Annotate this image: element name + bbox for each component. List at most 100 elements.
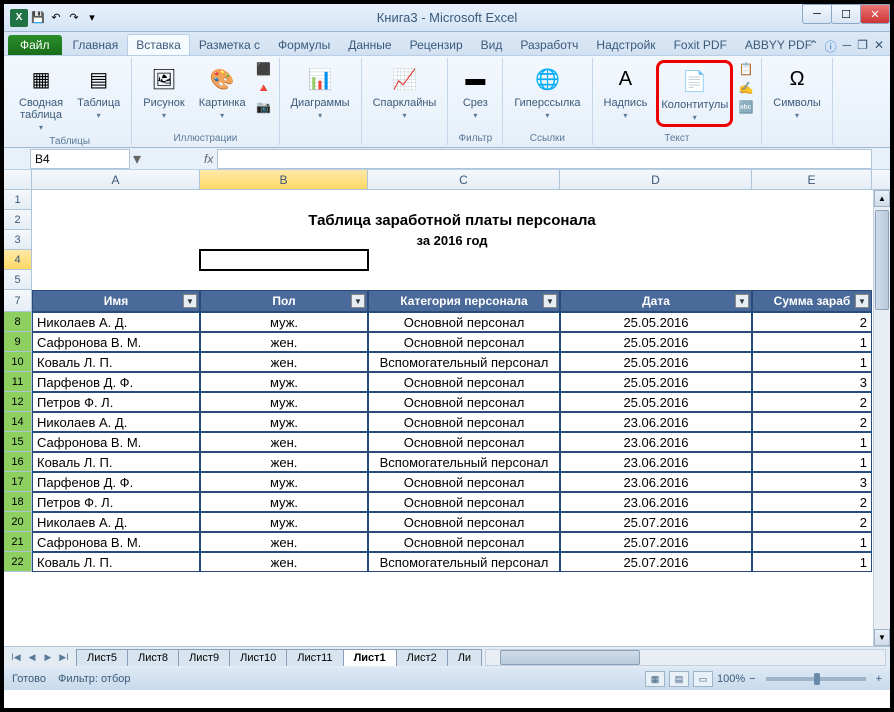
cell[interactable] <box>560 270 752 290</box>
sheet-nav-next-icon[interactable]: ▶ <box>40 650 56 666</box>
row-header[interactable]: 14 <box>4 412 32 432</box>
row-header[interactable]: 1 <box>4 190 32 210</box>
data-cell[interactable]: Сафронова В. М. <box>32 532 200 552</box>
filter-dropdown-icon[interactable]: ▼ <box>543 294 557 308</box>
data-cell[interactable]: Основной персонал <box>368 512 560 532</box>
data-cell[interactable]: 23.06.2016 <box>560 492 752 512</box>
data-cell[interactable]: Вспомогательный персонал <box>368 352 560 372</box>
clipart-button[interactable]: 🎨Картинка▾ <box>194 60 251 123</box>
hscroll-thumb[interactable] <box>500 650 640 665</box>
cell[interactable] <box>200 250 368 270</box>
column-header-A[interactable]: A <box>32 170 200 189</box>
row-header[interactable]: 10 <box>4 352 32 372</box>
tab-данные[interactable]: Данные <box>339 34 400 55</box>
data-cell[interactable]: 23.06.2016 <box>560 432 752 452</box>
shape-icon[interactable]: ⬛ <box>255 60 273 78</box>
minimize-ribbon-icon[interactable]: ⌃ <box>809 38 819 55</box>
data-cell[interactable]: Основной персонал <box>368 432 560 452</box>
scroll-up-button[interactable]: ▲ <box>874 190 890 207</box>
filter-dropdown-icon[interactable]: ▼ <box>183 294 197 308</box>
data-cell[interactable]: муж. <box>200 372 368 392</box>
scroll-down-button[interactable]: ▼ <box>874 629 890 646</box>
table-header[interactable]: Дата▼ <box>560 290 752 312</box>
doc-close-icon[interactable]: ✕ <box>874 38 884 55</box>
fx-icon[interactable]: fx <box>204 152 213 166</box>
filter-dropdown-icon[interactable]: ▼ <box>351 294 365 308</box>
data-cell[interactable]: 2 <box>752 412 872 432</box>
row-header[interactable]: 3 <box>4 230 32 250</box>
data-cell[interactable]: 3 <box>752 472 872 492</box>
sheet-nav-prev-icon[interactable]: ◀ <box>24 650 40 666</box>
data-cell[interactable]: 23.06.2016 <box>560 452 752 472</box>
data-cell[interactable]: Основной персонал <box>368 312 560 332</box>
hyperlink-button[interactable]: 🌐Гиперссылка▾ <box>509 60 585 123</box>
data-cell[interactable]: Парфенов Д. Ф. <box>32 472 200 492</box>
cell[interactable] <box>32 250 200 270</box>
view-pagelayout-button[interactable]: ▤ <box>669 671 689 687</box>
sheet-tab[interactable]: Ли <box>447 649 482 666</box>
cell[interactable] <box>32 190 200 210</box>
cell[interactable] <box>560 250 752 270</box>
row-header[interactable]: 9 <box>4 332 32 352</box>
cell[interactable] <box>368 250 560 270</box>
data-cell[interactable]: Коваль Л. П. <box>32 452 200 472</box>
tab-вид[interactable]: Вид <box>472 34 512 55</box>
row-header[interactable]: 11 <box>4 372 32 392</box>
symbols-button[interactable]: ΩСимволы▾ <box>768 60 826 123</box>
maximize-button[interactable]: ☐ <box>831 4 861 24</box>
qat-undo-icon[interactable]: ↶ <box>48 10 64 26</box>
data-cell[interactable]: жен. <box>200 352 368 372</box>
data-cell[interactable]: 25.05.2016 <box>560 352 752 372</box>
sheet-tab[interactable]: Лист10 <box>229 649 287 666</box>
picture-dropdown-icon[interactable]: ▾ <box>162 111 166 120</box>
cell[interactable] <box>752 250 872 270</box>
data-cell[interactable]: 1 <box>752 452 872 472</box>
tab-главная[interactable]: Главная <box>64 34 128 55</box>
slicer-button[interactable]: ▬Срез▾ <box>454 60 496 123</box>
zoom-handle[interactable] <box>814 673 820 685</box>
data-cell[interactable]: 1 <box>752 432 872 452</box>
data-cell[interactable]: Коваль Л. П. <box>32 352 200 372</box>
cell[interactable] <box>200 270 368 290</box>
charts-dropdown-icon[interactable]: ▾ <box>318 111 322 120</box>
row-header[interactable]: 4 <box>4 250 32 270</box>
zoom-slider[interactable] <box>766 677 866 681</box>
row-header[interactable]: 22 <box>4 552 32 572</box>
text-tool-icon[interactable]: 📋 <box>737 60 755 78</box>
data-cell[interactable]: Николаев А. Д. <box>32 412 200 432</box>
cell[interactable] <box>368 270 560 290</box>
table-subtitle[interactable]: за 2016 год <box>32 230 872 250</box>
row-header[interactable]: 16 <box>4 452 32 472</box>
cell[interactable] <box>752 270 872 290</box>
charts-button[interactable]: 📊Диаграммы▾ <box>286 60 355 123</box>
data-cell[interactable]: Сафронова В. М. <box>32 432 200 452</box>
row-header[interactable]: 21 <box>4 532 32 552</box>
pivot-button[interactable]: ▦Сводная таблица▾ <box>14 60 68 135</box>
data-cell[interactable]: 23.06.2016 <box>560 412 752 432</box>
data-cell[interactable]: Основной персонал <box>368 332 560 352</box>
text-tool-icon[interactable]: 🔤 <box>737 98 755 116</box>
data-cell[interactable]: жен. <box>200 552 368 572</box>
row-header[interactable]: 12 <box>4 392 32 412</box>
close-button[interactable]: ✕ <box>860 4 890 24</box>
data-cell[interactable]: жен. <box>200 432 368 452</box>
text-tool-icon[interactable]: ✍ <box>737 79 755 97</box>
data-cell[interactable]: 23.06.2016 <box>560 472 752 492</box>
textbox-button[interactable]: AНадпись▾ <box>599 60 653 123</box>
data-cell[interactable]: Петров Ф. Л. <box>32 492 200 512</box>
data-cell[interactable]: Основной персонал <box>368 532 560 552</box>
hyperlink-dropdown-icon[interactable]: ▾ <box>545 111 549 120</box>
data-cell[interactable]: 2 <box>752 492 872 512</box>
data-cell[interactable]: жен. <box>200 332 368 352</box>
data-cell[interactable]: муж. <box>200 412 368 432</box>
data-cell[interactable]: 1 <box>752 552 872 572</box>
minimize-button[interactable]: ─ <box>802 4 832 24</box>
data-cell[interactable]: Основной персонал <box>368 412 560 432</box>
data-cell[interactable]: 25.07.2016 <box>560 552 752 572</box>
headerfooter-button[interactable]: 📄Колонтитулы▾ <box>656 60 733 127</box>
horizontal-scrollbar[interactable] <box>485 649 886 666</box>
data-cell[interactable]: муж. <box>200 512 368 532</box>
textbox-dropdown-icon[interactable]: ▾ <box>623 111 627 120</box>
view-normal-button[interactable]: ▦ <box>645 671 665 687</box>
tab-вставка[interactable]: Вставка <box>127 34 190 55</box>
